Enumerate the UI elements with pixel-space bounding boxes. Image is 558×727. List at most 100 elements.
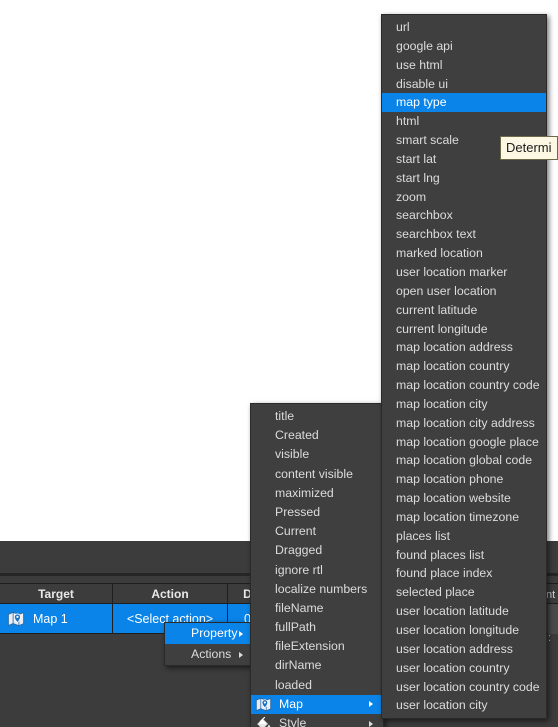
menu-item-visible[interactable]: visible bbox=[251, 445, 383, 464]
menu-item-found-places-list[interactable]: found places list bbox=[382, 546, 546, 565]
menu-item-map-location-address[interactable]: map location address bbox=[382, 338, 546, 357]
menu-item-label: Style bbox=[279, 716, 307, 727]
menu-item-label: map location city bbox=[396, 396, 488, 411]
menu-item-selected-place[interactable]: selected place bbox=[382, 583, 546, 602]
cell-target[interactable]: Map 1 bbox=[0, 604, 113, 634]
menu-item-label: fileExtension bbox=[275, 639, 345, 654]
property-submenu[interactable]: title Created visible content visible maximi… bbox=[250, 403, 384, 727]
menu-item-map-location-country-code[interactable]: map location country code bbox=[382, 376, 546, 395]
menu-item-label: marked location bbox=[396, 246, 483, 261]
menu-item-dirname[interactable]: dirName bbox=[251, 656, 383, 675]
menu-item-html[interactable]: html bbox=[382, 112, 546, 131]
menu-item-searchbox[interactable]: searchbox bbox=[382, 206, 546, 225]
chevron-right-icon bbox=[369, 720, 373, 727]
column-header-action[interactable]: Action bbox=[113, 583, 228, 604]
menu-item-label: map location global code bbox=[396, 453, 533, 468]
menu-item-label: Created bbox=[275, 428, 319, 443]
menu-item-start-lng[interactable]: start lng bbox=[382, 169, 546, 188]
menu-item-label: loaded bbox=[275, 677, 312, 692]
menu-item-label: user location city bbox=[396, 698, 488, 713]
menu-item-open-user-location[interactable]: open user location bbox=[382, 282, 546, 301]
menu-item-map-location-google-place[interactable]: map location google place bbox=[382, 433, 546, 452]
menu-item-title[interactable]: title bbox=[251, 407, 383, 426]
menu-item-pressed[interactable]: Pressed bbox=[251, 503, 383, 522]
menu-item-map-type[interactable]: map type bbox=[382, 93, 546, 113]
menu-item-label: map location google place bbox=[396, 434, 539, 449]
menu-item-label: map location country code bbox=[396, 378, 540, 393]
menu-item-label: current latitude bbox=[396, 302, 478, 317]
menu-item-label: map type bbox=[396, 95, 447, 110]
menu-item-zoom[interactable]: zoom bbox=[382, 188, 546, 207]
menu-item-places-list[interactable]: places list bbox=[382, 527, 546, 546]
menu-item-map-location-phone[interactable]: map location phone bbox=[382, 470, 546, 489]
menu-item-current-longitude[interactable]: current longitude bbox=[382, 320, 546, 339]
menu-item-label: searchbox bbox=[396, 208, 453, 223]
menu-item-found-place-index[interactable]: found place index bbox=[382, 564, 546, 583]
menu-item-map-location-city-address[interactable]: map location city address bbox=[382, 414, 546, 433]
menu-item-user-location-address[interactable]: user location address bbox=[382, 640, 546, 659]
menu-item-user-location-country-code[interactable]: user location country code bbox=[382, 678, 546, 697]
menu-item-marked-location[interactable]: marked location bbox=[382, 244, 546, 263]
menu-item-label: map location timezone bbox=[396, 509, 520, 524]
map-property-submenu[interactable]: url google api use html disable ui map type h… bbox=[381, 14, 547, 720]
menu-item-created[interactable]: Created bbox=[251, 426, 383, 445]
menu-item-label: ignore rtl bbox=[275, 562, 323, 577]
menu-item-map[interactable]: Map bbox=[251, 694, 383, 714]
menu-item-user-location-city[interactable]: user location city bbox=[382, 696, 546, 715]
menu-item-url[interactable]: url bbox=[382, 18, 546, 37]
menu-item-current[interactable]: Current bbox=[251, 522, 383, 541]
menu-item-property[interactable]: Property bbox=[165, 623, 251, 644]
menu-item-map-location-website[interactable]: map location website bbox=[382, 489, 546, 508]
menu-item-label: google api bbox=[396, 38, 453, 53]
menu-item-searchbox-text[interactable]: searchbox text bbox=[382, 225, 546, 244]
menu-item-label: Current bbox=[275, 524, 317, 539]
menu-item-maximized[interactable]: maximized bbox=[251, 484, 383, 503]
chevron-right-icon bbox=[239, 630, 243, 637]
menu-item-fullpath[interactable]: fullPath bbox=[251, 618, 383, 637]
menu-item-label: found places list bbox=[396, 547, 485, 562]
menu-item-user-location-marker[interactable]: user location marker bbox=[382, 263, 546, 282]
menu-item-label: map location address bbox=[396, 340, 513, 355]
menu-item-label: title bbox=[275, 409, 295, 423]
menu-item-label: user location latitude bbox=[396, 604, 509, 619]
menu-item-label: user location marker bbox=[396, 264, 508, 279]
menu-item-label: user location country code bbox=[396, 679, 540, 694]
menu-item-label: user location longitude bbox=[396, 623, 520, 637]
menu-item-loaded[interactable]: loaded bbox=[251, 676, 383, 695]
menu-item-label: dirName bbox=[275, 658, 322, 673]
menu-item-label: start lng bbox=[396, 170, 440, 185]
menu-item-map-location-global-code[interactable]: map location global code bbox=[382, 451, 546, 470]
menu-item-map-location-country[interactable]: map location country bbox=[382, 357, 546, 376]
menu-item-fileextension[interactable]: fileExtension bbox=[251, 637, 383, 656]
menu-item-user-location-longitude[interactable]: user location longitude bbox=[382, 621, 546, 640]
right-edge-sliver: nt : bbox=[546, 0, 558, 727]
context-menu[interactable]: Property Actions bbox=[164, 622, 252, 666]
menu-item-label: content visible bbox=[275, 466, 353, 481]
menu-item-label: localize numbers bbox=[275, 581, 368, 596]
menu-item-current-latitude[interactable]: current latitude bbox=[382, 301, 546, 320]
menu-item-label: current longitude bbox=[396, 321, 488, 336]
menu-item-label: places list bbox=[396, 528, 450, 543]
menu-item-use-html[interactable]: use html bbox=[382, 56, 546, 75]
menu-item-google-api[interactable]: google api bbox=[382, 37, 546, 56]
menu-item-filename[interactable]: fileName bbox=[251, 599, 383, 618]
menu-item-ignore-rtl[interactable]: ignore rtl bbox=[251, 561, 383, 580]
menu-item-content-visible[interactable]: content visible bbox=[251, 465, 383, 484]
menu-item-user-location-country[interactable]: user location country bbox=[382, 659, 546, 678]
menu-item-dragged[interactable]: Dragged bbox=[251, 541, 383, 560]
tooltip: Determi bbox=[500, 136, 558, 160]
menu-item-disable-ui[interactable]: disable ui bbox=[382, 75, 546, 94]
menu-item-map-location-timezone[interactable]: map location timezone bbox=[382, 508, 546, 527]
menu-item-map-location-city[interactable]: map location city bbox=[382, 395, 546, 414]
menu-item-user-location-latitude[interactable]: user location latitude bbox=[382, 602, 546, 621]
menu-item-label: zoom bbox=[396, 189, 427, 204]
menu-item-label: url bbox=[396, 20, 410, 34]
menu-item-label: found place index bbox=[396, 566, 493, 581]
column-header-target[interactable]: Target bbox=[0, 583, 113, 604]
menu-item-style[interactable]: Style bbox=[251, 714, 383, 727]
menu-item-label: Pressed bbox=[275, 504, 321, 519]
menu-item-localize-numbers[interactable]: localize numbers bbox=[251, 580, 383, 599]
menu-item-actions[interactable]: Actions bbox=[165, 644, 251, 665]
menu-item-label: start lat bbox=[396, 151, 437, 166]
map-icon bbox=[255, 697, 272, 712]
